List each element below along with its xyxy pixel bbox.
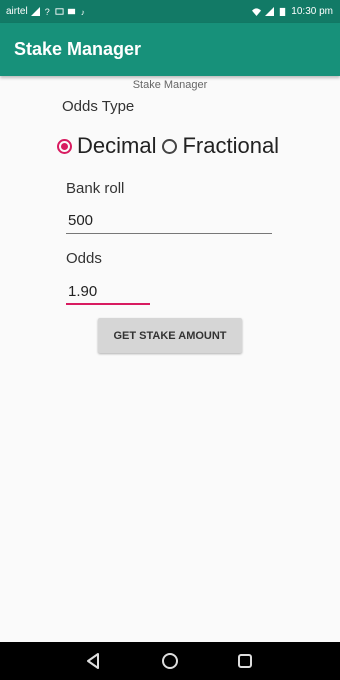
radio-decimal-circle[interactable] <box>57 138 72 154</box>
signal-icon <box>30 7 40 16</box>
radio-decimal[interactable]: Decimal <box>57 133 156 159</box>
status-left: airtel ? ♪ <box>6 6 88 17</box>
radio-fractional-circle[interactable] <box>162 138 178 154</box>
bankroll-input[interactable] <box>68 212 268 229</box>
carrier-text: airtel <box>6 6 28 17</box>
radio-fractional[interactable]: Fractional <box>162 133 279 159</box>
recents-icon[interactable] <box>236 652 254 670</box>
odds-underline <box>66 303 150 305</box>
cell-signal-icon <box>265 7 275 16</box>
odds-type-radio-group: Decimal Fractional <box>57 133 279 159</box>
radio-fractional-label: Fractional <box>182 133 280 158</box>
status-right: 10:30 pm <box>252 6 333 17</box>
back-icon[interactable] <box>85 652 103 670</box>
home-icon[interactable] <box>161 652 179 670</box>
nav-bar <box>0 642 340 680</box>
image-icon <box>55 8 64 15</box>
clock-text: 10:30 pm <box>291 6 333 17</box>
app-bar: Stake Manager <box>0 23 340 76</box>
odds-label: Odds <box>66 250 102 267</box>
bankroll-label: Bank roll <box>66 180 125 197</box>
svg-text:?: ? <box>44 7 49 16</box>
get-stake-amount-button[interactable]: GET STAKE AMOUNT <box>98 318 242 353</box>
question-icon: ? <box>44 7 49 16</box>
odds-type-label: Odds Type <box>62 98 135 115</box>
wifi-icon <box>252 8 262 16</box>
svg-text:♪: ♪ <box>80 8 84 16</box>
mail-icon <box>67 8 75 15</box>
form-subtitle: Stake Manager <box>132 79 208 91</box>
radio-decimal-label: Decimal <box>77 133 157 158</box>
battery-icon <box>280 7 286 16</box>
odds-input[interactable] <box>68 283 146 300</box>
tiktok-icon: ♪ <box>80 8 84 16</box>
bankroll-underline <box>66 233 272 234</box>
status-bar: airtel ? ♪ 10:30 pm <box>0 0 340 23</box>
app-title: Stake Manager <box>14 39 142 59</box>
